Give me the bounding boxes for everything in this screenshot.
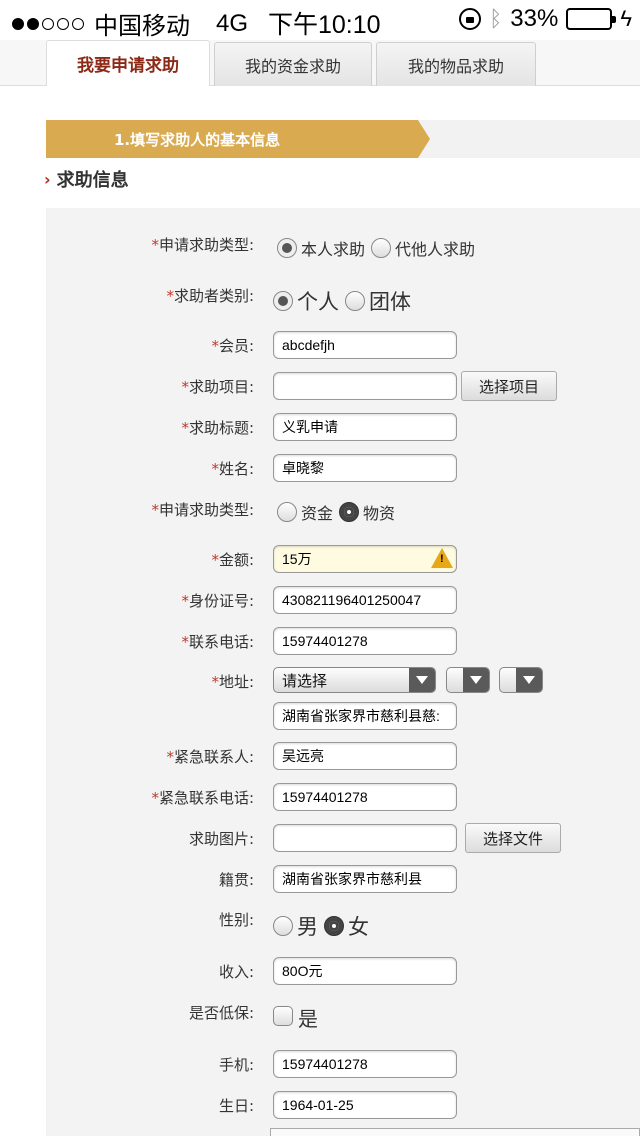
- aid-type-fund-label: 资金: [301, 504, 334, 523]
- income-label: 收入:: [218, 963, 254, 981]
- chevron-down-icon: [409, 668, 435, 692]
- chevron-down-icon: [516, 668, 542, 692]
- amount-label: *金额:: [211, 551, 254, 569]
- city-select[interactable]: [446, 667, 490, 693]
- battery-icon: [566, 8, 617, 30]
- aid-type-goods-radio[interactable]: [339, 502, 360, 522]
- status-right: ᛒ 33% ϟ: [459, 5, 632, 33]
- bluetooth-icon: ᛒ: [489, 6, 503, 31]
- district-select[interactable]: [499, 667, 543, 693]
- gender-label: 性别:: [218, 911, 254, 929]
- chevron-down-icon: [463, 668, 489, 692]
- emergency-contact-label: *紧急联系人:: [166, 748, 254, 766]
- income-input[interactable]: 80O元: [273, 957, 457, 985]
- charging-icon: ϟ: [620, 6, 632, 31]
- apply-type-self-radio[interactable]: [277, 238, 297, 258]
- image-label: 求助图片:: [188, 830, 254, 848]
- id-number-label: *身份证号:: [181, 592, 254, 610]
- status-left: 中国移动 4G: [12, 6, 248, 41]
- low-income-label: 是否低保:: [188, 1004, 254, 1022]
- low-income-checkbox[interactable]: [273, 1006, 293, 1026]
- address-label: *地址:: [211, 673, 254, 691]
- tab-fund-requests[interactable]: 我的资金求助: [214, 42, 372, 86]
- gender-female-label: 女: [348, 915, 369, 939]
- seeker-individual-label: 个人: [297, 290, 339, 314]
- amount-value: 15万: [282, 551, 312, 567]
- native-place-input[interactable]: 湖南省张家界市慈利县: [273, 865, 457, 893]
- name-label: *姓名:: [211, 460, 254, 478]
- step-next: [430, 120, 640, 158]
- birthday-input[interactable]: 1964-01-25: [273, 1091, 457, 1119]
- apply-type-self-label: 本人求助: [301, 240, 366, 259]
- address-detail-input[interactable]: 湖南省张家界市慈利县慈:: [273, 702, 457, 730]
- name-input[interactable]: 卓晓黎: [273, 454, 457, 482]
- phone-input[interactable]: 15974401278: [273, 627, 457, 655]
- status-time: 下午10:10: [268, 11, 381, 39]
- emergency-contact-input[interactable]: 吴远亮: [273, 742, 457, 770]
- aid-type-goods-label: 物资: [363, 504, 396, 523]
- gender-male-label: 男: [297, 915, 318, 939]
- seeker-group-label: 团体: [369, 290, 411, 314]
- apply-type-radio-group: 本人求助 代他人求助: [273, 236, 481, 260]
- seeker-type-label: *求助者类别:: [166, 287, 254, 305]
- title-input[interactable]: 义乳申请: [273, 413, 457, 441]
- seeker-type-radio-group: 个人 团体: [273, 286, 417, 316]
- emergency-phone-label: *紧急联系电话:: [151, 789, 254, 807]
- step-arrow: [418, 120, 430, 158]
- member-label: *会员:: [211, 337, 254, 355]
- birthday-label: 生日:: [218, 1097, 254, 1115]
- image-input[interactable]: [273, 824, 457, 852]
- project-input[interactable]: [273, 372, 457, 400]
- emergency-phone-input[interactable]: 15974401278: [273, 783, 457, 811]
- chevron-right-icon: ›: [44, 169, 51, 189]
- amount-input[interactable]: 15万: [273, 545, 457, 573]
- battery-percent: 33%: [510, 5, 559, 32]
- apply-type-label: *申请求助类型:: [151, 236, 254, 254]
- seeker-individual-radio[interactable]: [273, 291, 293, 311]
- mobile-input[interactable]: 15974401278: [273, 1050, 457, 1078]
- apply-type-proxy-radio[interactable]: [371, 238, 392, 258]
- mobile-label: 手机:: [218, 1056, 254, 1074]
- warning-icon: [431, 548, 453, 568]
- choose-file-button[interactable]: 选择文件: [465, 823, 561, 853]
- aid-type-fund-radio[interactable]: [277, 502, 297, 522]
- low-income-option: 是: [298, 1007, 318, 1031]
- gender-female-radio[interactable]: [324, 916, 344, 936]
- step-banner: 1.填写求助人的基本信息: [46, 120, 418, 158]
- province-select-value: 请选择: [282, 671, 328, 690]
- next-row-partial: [270, 1128, 640, 1136]
- tab-bar: 我要申请求助 我的资金求助 我的物品求助: [0, 40, 640, 86]
- seeker-group-radio[interactable]: [345, 291, 365, 311]
- section-title: › 求助信息: [44, 166, 129, 192]
- gender-radio-group: 男 女: [273, 911, 375, 941]
- native-place-label: 籍贯:: [218, 871, 254, 889]
- project-label: *求助项目:: [181, 378, 254, 396]
- tab-item-requests[interactable]: 我的物品求助: [376, 42, 536, 86]
- signal-icon: [12, 17, 84, 30]
- network-type: 4G: [216, 9, 249, 37]
- tab-apply[interactable]: 我要申请求助: [46, 40, 210, 86]
- status-bar: 中国移动 4G 下午10:10 ᛒ 33% ϟ: [0, 0, 640, 40]
- rotation-lock-icon: [459, 8, 482, 30]
- phone-label: *联系电话:: [181, 633, 254, 651]
- carrier-name: 中国移动: [94, 13, 190, 40]
- id-number-input[interactable]: 430821196401250047: [273, 586, 457, 614]
- section-title-text: 求助信息: [56, 170, 129, 191]
- aid-type-label: *申请求助类型:: [151, 501, 254, 519]
- gender-male-radio[interactable]: [273, 916, 293, 936]
- apply-type-proxy-label: 代他人求助: [395, 240, 476, 259]
- title-label: *求助标题:: [181, 419, 254, 437]
- member-input[interactable]: abcdefjh: [273, 331, 457, 359]
- select-project-button[interactable]: 选择项目: [461, 371, 557, 401]
- aid-type-radio-group: 资金 物资: [273, 500, 401, 524]
- province-select[interactable]: 请选择: [273, 667, 436, 693]
